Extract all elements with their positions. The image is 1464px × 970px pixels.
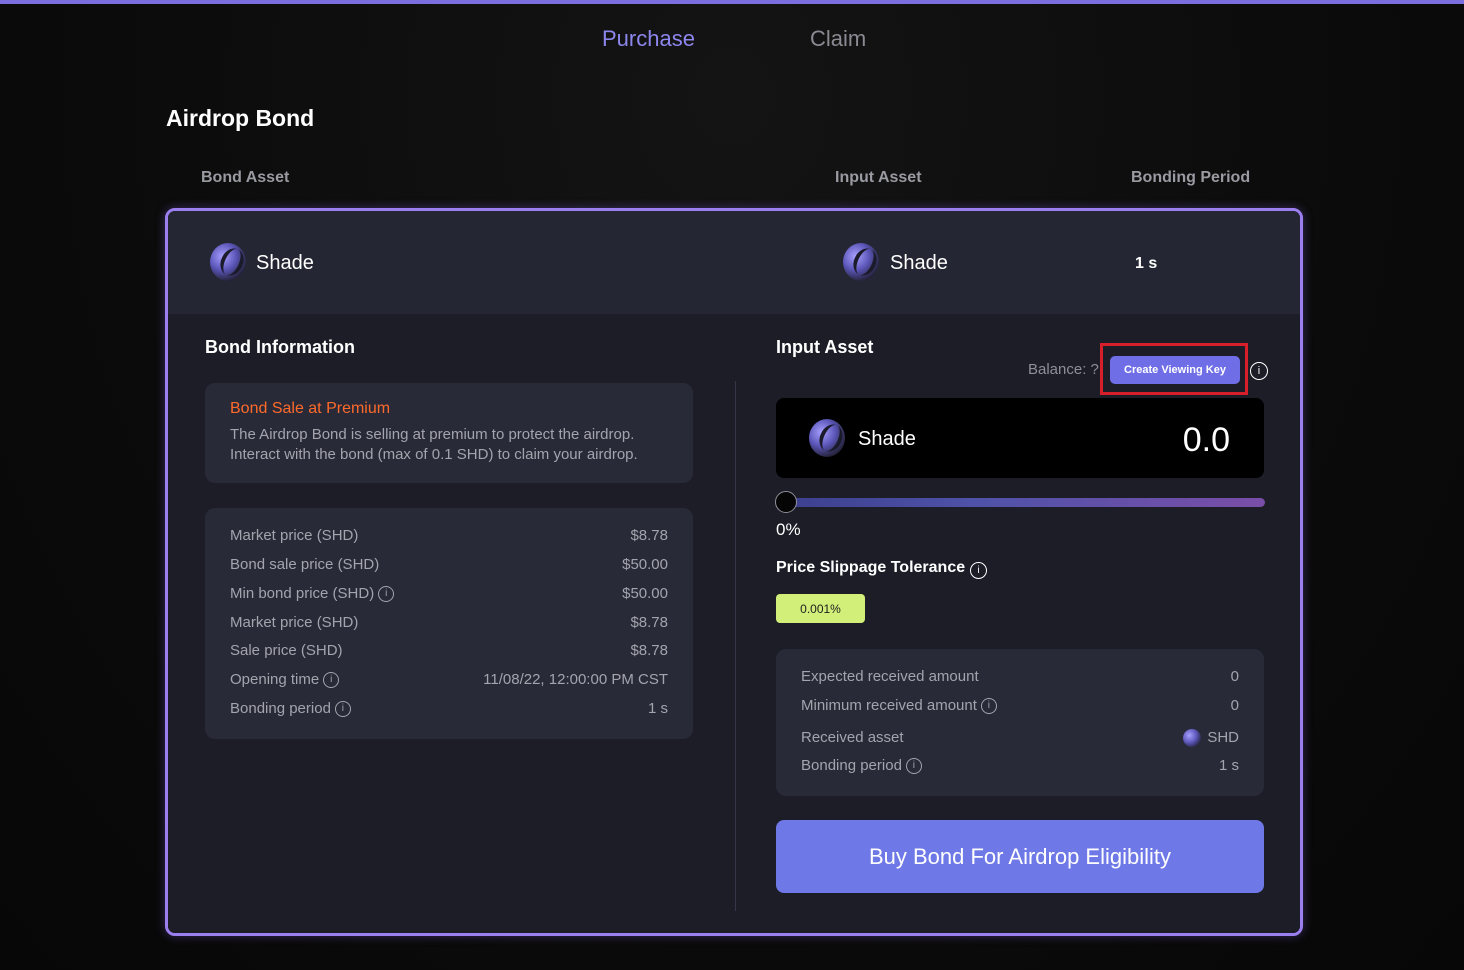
info-row-label: Opening time <box>230 671 320 688</box>
summary-row-value: 1 s <box>1218 757 1239 774</box>
info-row-label: Bonding period <box>230 700 331 717</box>
info-icon[interactable]: i <box>905 758 922 775</box>
bond-info-table: Market price (SHD) $8.78 Bond sale price… <box>205 508 693 739</box>
amount-slider-handle[interactable] <box>775 491 797 513</box>
balance-label: Balance: ? <box>1028 361 1099 378</box>
info-row-bonding-period: Bonding period i 1 s <box>230 700 668 722</box>
info-row-opening-time: Opening time i 11/08/22, 12:00:00 PM CST <box>230 671 668 693</box>
summary-row-minimum: Minimum received amount i 0 <box>801 697 1239 719</box>
slippage-tolerance-button[interactable]: 0.001% <box>776 594 865 623</box>
summary-row-value: 0 <box>1230 697 1239 714</box>
info-icon[interactable]: i <box>334 701 351 718</box>
column-header-bonding-period: Bonding Period <box>1131 169 1251 186</box>
info-row-value: $50.00 <box>622 585 668 602</box>
input-asset-name: Shade <box>890 252 948 274</box>
summary-row-expected: Expected received amount 0 <box>801 668 1239 690</box>
highlight-box <box>1100 343 1248 395</box>
summary-row-label: Expected received amount <box>801 668 979 685</box>
bond-information-title: Bond Information <box>205 337 355 357</box>
input-asset-token-name: Shade <box>858 428 916 450</box>
shade-logo-icon <box>843 243 879 281</box>
column-header-bond-asset: Bond Asset <box>201 169 290 186</box>
shade-logo-icon <box>809 419 845 457</box>
shd-token-icon <box>1183 729 1202 748</box>
input-amount-box: Shade <box>776 398 1264 478</box>
premium-notice: Bond Sale at Premium The Airdrop Bond is… <box>205 383 693 483</box>
column-divider <box>735 381 736 911</box>
info-row-value: $8.78 <box>630 527 668 544</box>
summary-row-bonding-period: Bonding period i 1 s <box>801 757 1239 779</box>
premium-notice-title: Bond Sale at Premium <box>230 400 391 417</box>
info-icon[interactable]: i <box>980 698 997 715</box>
info-row-market-price: Market price (SHD) $8.78 <box>230 527 668 549</box>
info-row-min-bond-price: Min bond price (SHD) i $50.00 <box>230 585 668 607</box>
info-row-label: Market price (SHD) <box>230 527 359 544</box>
info-row-value: $8.78 <box>630 642 668 659</box>
info-icon[interactable]: i <box>323 672 340 689</box>
info-row-bond-sale-price: Bond sale price (SHD) $50.00 <box>230 556 668 578</box>
premium-notice-text: The Airdrop Bond is selling at premium t… <box>230 426 638 463</box>
shade-logo-icon <box>210 243 246 281</box>
bonding-period-value: 1 s <box>1135 255 1158 272</box>
input-asset-title: Input Asset <box>776 337 874 357</box>
info-row-value: 11/08/22, 12:00:00 PM CST <box>483 671 668 688</box>
info-row-value: $8.78 <box>630 614 668 631</box>
info-icon[interactable]: i <box>378 586 395 603</box>
summary-row-value: SHD <box>1207 729 1239 746</box>
tab-purchase[interactable]: Purchase <box>602 26 695 52</box>
slider-percent-label: 0% <box>776 520 801 539</box>
summary-panel: Expected received amount 0 Minimum recei… <box>776 649 1264 796</box>
amount-slider-track[interactable] <box>776 498 1265 507</box>
info-row-market-price-2: Market price (SHD) $8.78 <box>230 614 668 636</box>
page-title: Airdrop Bond <box>166 105 315 131</box>
buy-bond-button[interactable]: Buy Bond For Airdrop Eligibility <box>776 820 1264 893</box>
info-row-label: Bond sale price (SHD) <box>230 556 380 573</box>
summary-row-label: Received asset <box>801 729 904 746</box>
amount-input[interactable] <box>1078 420 1232 461</box>
bond-card: Shade Shade 1 s Bond Information Bond Sa… <box>165 208 1303 936</box>
info-row-value: $50.00 <box>622 556 668 573</box>
summary-row-label: Minimum received amount <box>801 697 977 714</box>
slippage-title: Price Slippage Tolerance <box>776 559 966 576</box>
summary-row-label: Bonding period <box>801 757 902 774</box>
tab-bar: Purchase Claim <box>0 26 1464 56</box>
balance-info-icon[interactable]: i <box>1250 362 1268 380</box>
bond-card-body: Bond Information Bond Sale at Premium Th… <box>168 314 1300 933</box>
tab-claim[interactable]: Claim <box>810 26 866 52</box>
info-row-label: Sale price (SHD) <box>230 642 343 659</box>
info-row-label: Market price (SHD) <box>230 614 359 631</box>
top-accent-line <box>0 0 1464 4</box>
bond-card-header-row[interactable]: Shade Shade 1 s <box>168 211 1300 314</box>
info-row-value: 1 s <box>647 700 668 717</box>
summary-row-value: 0 <box>1230 668 1239 685</box>
info-row-label: Min bond price (SHD) <box>230 585 375 602</box>
slippage-info-icon[interactable]: i <box>970 562 987 579</box>
info-row-sale-price: Sale price (SHD) $8.78 <box>230 642 668 664</box>
bond-asset-name: Shade <box>256 252 314 274</box>
column-header-input-asset: Input Asset <box>835 169 922 186</box>
summary-row-received-asset: Received asset SHD <box>801 729 1239 751</box>
